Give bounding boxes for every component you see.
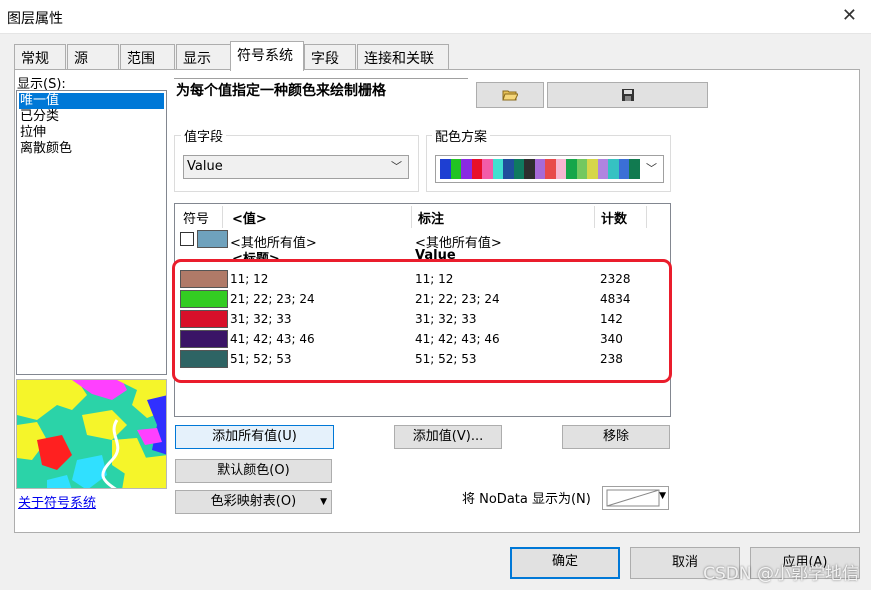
value-field-selected: Value bbox=[187, 159, 223, 174]
preview-map-graphic bbox=[17, 380, 166, 488]
ramp-color-9 bbox=[534, 159, 545, 179]
close-icon[interactable]: ✕ bbox=[842, 5, 857, 26]
default-colors-button[interactable]: 默认颜色(O) bbox=[175, 459, 332, 483]
color-scheme-label: 配色方案 bbox=[432, 126, 491, 145]
show-list[interactable]: 唯一值 已分类 拉伸 离散颜色 bbox=[16, 90, 167, 375]
add-all-values-button[interactable]: 添加所有值(U) bbox=[175, 425, 334, 449]
chevron-down-icon: ﹀ bbox=[391, 160, 402, 173]
ramp-color-2 bbox=[461, 159, 472, 179]
show-item-classified[interactable]: 已分类 bbox=[17, 109, 166, 125]
ramp-color-7 bbox=[513, 159, 524, 179]
ramp-color-5 bbox=[492, 159, 503, 179]
column-separator bbox=[411, 206, 412, 228]
ramp-color-0 bbox=[440, 159, 451, 179]
ramp-color-11 bbox=[555, 159, 566, 179]
value-field-select[interactable]: Value ﹀ bbox=[183, 155, 409, 179]
tab-joins[interactable]: 连接和关联 bbox=[357, 44, 449, 70]
column-separator bbox=[222, 206, 223, 228]
ramp-color-6 bbox=[503, 159, 514, 179]
tab-fields[interactable]: 字段 bbox=[304, 44, 356, 70]
other-values-checkbox[interactable] bbox=[180, 232, 194, 246]
nodata-label: 将 NoData 显示为(N) bbox=[462, 492, 591, 507]
ramp-color-13 bbox=[576, 159, 587, 179]
ramp-color-12 bbox=[566, 159, 577, 179]
tab-symbology[interactable]: 符号系统 bbox=[230, 41, 304, 71]
about-symbology-link[interactable]: 关于符号系统 bbox=[18, 492, 96, 511]
tab-extent[interactable]: 范围 bbox=[120, 44, 175, 70]
ramp-color-15 bbox=[597, 159, 608, 179]
tab-general[interactable]: 常规 bbox=[14, 44, 66, 70]
table-row-other[interactable]: <其他所有值> <其他所有值> bbox=[175, 229, 670, 251]
ramp-color-8 bbox=[524, 159, 535, 179]
show-item-discrete-color[interactable]: 离散颜色 bbox=[17, 141, 166, 157]
column-separator bbox=[646, 206, 647, 228]
dropdown-arrow-icon: ▼ bbox=[320, 497, 327, 507]
ramp-color-16 bbox=[608, 159, 619, 179]
header-value[interactable]: <值> bbox=[232, 208, 267, 227]
title-bar: 图层属性 ✕ bbox=[0, 0, 871, 34]
tab-source[interactable]: 源 bbox=[67, 44, 119, 70]
save-disk-icon bbox=[621, 89, 634, 101]
symbology-preview-image bbox=[16, 379, 167, 489]
colormap-button[interactable]: 色彩映射表(O) ▼ bbox=[175, 490, 332, 514]
highlight-frame bbox=[172, 259, 672, 383]
ramp-color-17 bbox=[618, 159, 629, 179]
ramp-color-18 bbox=[629, 159, 640, 179]
ramp-color-10 bbox=[545, 159, 556, 179]
color-scheme-select[interactable]: ﹀ bbox=[435, 155, 664, 183]
header-label[interactable]: 标注 bbox=[418, 208, 444, 227]
folder-open-icon bbox=[502, 90, 519, 101]
header-symbol[interactable]: 符号 bbox=[183, 208, 209, 227]
header-count[interactable]: 计数 bbox=[601, 208, 627, 227]
nodata-empty-swatch-icon bbox=[606, 489, 660, 507]
ramp-color-3 bbox=[471, 159, 482, 179]
column-separator bbox=[594, 206, 595, 228]
save-file-button[interactable] bbox=[547, 82, 708, 108]
show-item-unique-values[interactable]: 唯一值 bbox=[19, 93, 164, 109]
remove-button[interactable]: 移除 bbox=[562, 425, 670, 449]
tab-display[interactable]: 显示 bbox=[176, 44, 231, 70]
ramp-color-4 bbox=[482, 159, 493, 179]
watermark: CSDN @小郭学地信 bbox=[703, 564, 859, 584]
chevron-down-icon: ﹀ bbox=[646, 162, 657, 175]
dropdown-arrow-icon: ▼ bbox=[659, 491, 666, 501]
value-field-label: 值字段 bbox=[181, 126, 227, 145]
ramp-color-14 bbox=[587, 159, 598, 179]
symbol-swatch[interactable] bbox=[197, 230, 228, 248]
open-file-button[interactable] bbox=[476, 82, 544, 108]
add-values-button[interactable]: 添加值(V)... bbox=[394, 425, 502, 449]
colormap-label: 色彩映射表(O) bbox=[210, 494, 297, 509]
color-ramp bbox=[440, 159, 640, 179]
nodata-color-picker[interactable]: ▼ bbox=[602, 486, 669, 510]
renderer-description: 为每个值指定一种颜色来绘制栅格 bbox=[174, 78, 468, 108]
ramp-color-1 bbox=[450, 159, 461, 179]
window-title: 图层属性 bbox=[7, 11, 63, 27]
ok-button[interactable]: 确定 bbox=[510, 547, 620, 579]
show-item-stretched[interactable]: 拉伸 bbox=[17, 125, 166, 141]
